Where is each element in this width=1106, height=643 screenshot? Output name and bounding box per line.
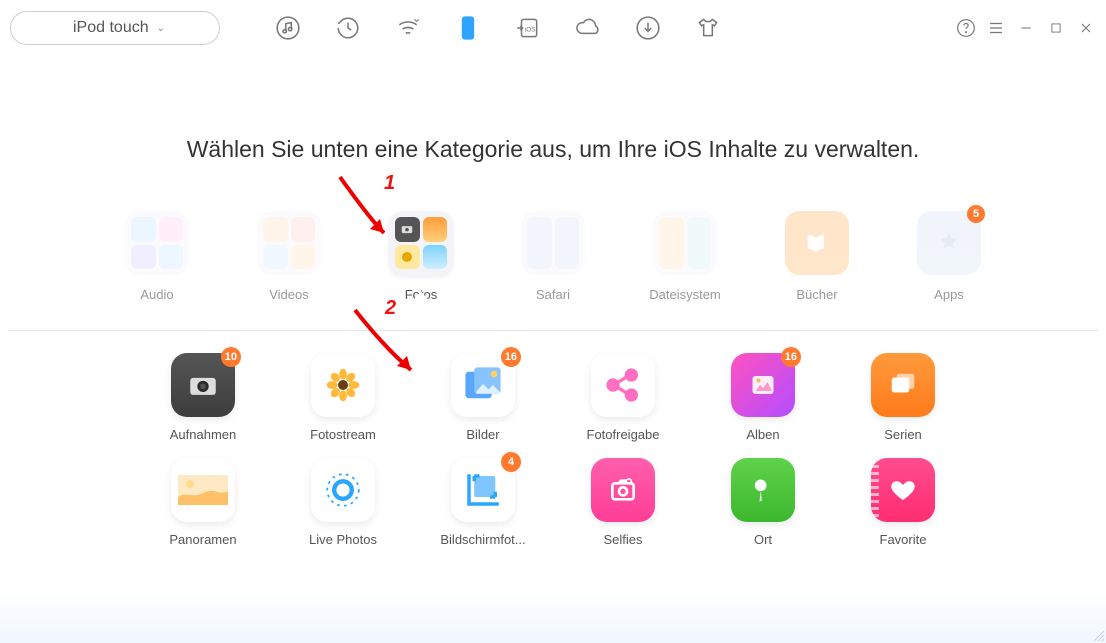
history-icon[interactable] [332, 12, 364, 44]
window-controls [956, 18, 1096, 38]
category-label: Safari [536, 287, 570, 302]
category-label: Bücher [796, 287, 837, 302]
item-label: Panoramen [169, 532, 236, 547]
category-row: Audio Videos Fotos Safari Dateisystem Bü… [0, 211, 1106, 330]
wifi-sync-icon[interactable] [392, 12, 424, 44]
item-label: Fotostream [310, 427, 376, 442]
menu-icon[interactable] [986, 18, 1006, 38]
photos-grid: 10 Aufnahmen Fotostream 16 Bilder Fotofr… [0, 353, 1106, 547]
music-icon[interactable] [272, 12, 304, 44]
count-badge: 5 [967, 205, 985, 223]
item-live-photos[interactable]: Live Photos [273, 458, 413, 547]
to-ios-icon[interactable]: iOS [512, 12, 544, 44]
category-label: Audio [140, 287, 173, 302]
item-label: Aufnahmen [170, 427, 237, 442]
minimize-button[interactable] [1016, 18, 1036, 38]
item-panoramen[interactable]: Panoramen [133, 458, 273, 547]
item-label: Ort [754, 532, 772, 547]
item-bilder[interactable]: 16 Bilder [413, 353, 553, 442]
category-label: Dateisystem [649, 287, 721, 302]
page-heading: Wählen Sie unten eine Kategorie aus, um … [0, 136, 1106, 163]
toolbar: iPod touch ⌄ iOS [0, 0, 1106, 56]
item-label: Serien [884, 427, 922, 442]
close-button[interactable] [1076, 18, 1096, 38]
annotation-number: 1 [384, 172, 395, 194]
count-badge: 16 [501, 347, 521, 367]
category-audio[interactable]: Audio [117, 211, 197, 302]
category-books[interactable]: Bücher [777, 211, 857, 302]
phone-icon[interactable] [452, 12, 484, 44]
footer-wave [0, 593, 1106, 643]
category-apps[interactable]: 5 Apps [909, 211, 989, 302]
count-badge: 10 [221, 347, 241, 367]
item-screenshots[interactable]: 4 Bildschirmfot... [413, 458, 553, 547]
count-badge: 16 [781, 347, 801, 367]
device-selector[interactable]: iPod touch ⌄ [10, 11, 220, 45]
category-fotos[interactable]: Fotos [381, 211, 461, 302]
category-videos[interactable]: Videos [249, 211, 329, 302]
item-label: Alben [746, 427, 779, 442]
item-alben[interactable]: 16 Alben [693, 353, 833, 442]
item-ort[interactable]: Ort [693, 458, 833, 547]
divider [8, 330, 1098, 331]
item-label: Fotofreigabe [587, 427, 660, 442]
item-label: Bildschirmfot... [440, 532, 525, 547]
item-label: Favorite [880, 532, 927, 547]
svg-text:iOS: iOS [525, 26, 537, 33]
help-icon[interactable] [956, 18, 976, 38]
item-aufnahmen[interactable]: 10 Aufnahmen [133, 353, 273, 442]
toolbar-icons: iOS [272, 12, 724, 44]
shirt-icon[interactable] [692, 12, 724, 44]
category-label: Videos [269, 287, 309, 302]
count-badge: 4 [501, 452, 521, 472]
resize-grip[interactable] [1094, 631, 1104, 641]
category-filesystem[interactable]: Dateisystem [645, 211, 725, 302]
category-label: Apps [934, 287, 964, 302]
cloud-icon[interactable] [572, 12, 604, 44]
chevron-down-icon: ⌄ [157, 23, 165, 34]
item-label: Bilder [466, 427, 499, 442]
maximize-button[interactable] [1046, 18, 1066, 38]
device-label: iPod touch [73, 19, 149, 37]
category-safari[interactable]: Safari [513, 211, 593, 302]
item-favorite[interactable]: Favorite [833, 458, 973, 547]
item-label: Selfies [603, 532, 642, 547]
item-fotostream[interactable]: Fotostream [273, 353, 413, 442]
category-pointer [411, 291, 431, 303]
item-label: Live Photos [309, 532, 377, 547]
item-serien[interactable]: Serien [833, 353, 973, 442]
download-icon[interactable] [632, 12, 664, 44]
item-selfies[interactable]: Selfies [553, 458, 693, 547]
item-fotofreigabe[interactable]: Fotofreigabe [553, 353, 693, 442]
